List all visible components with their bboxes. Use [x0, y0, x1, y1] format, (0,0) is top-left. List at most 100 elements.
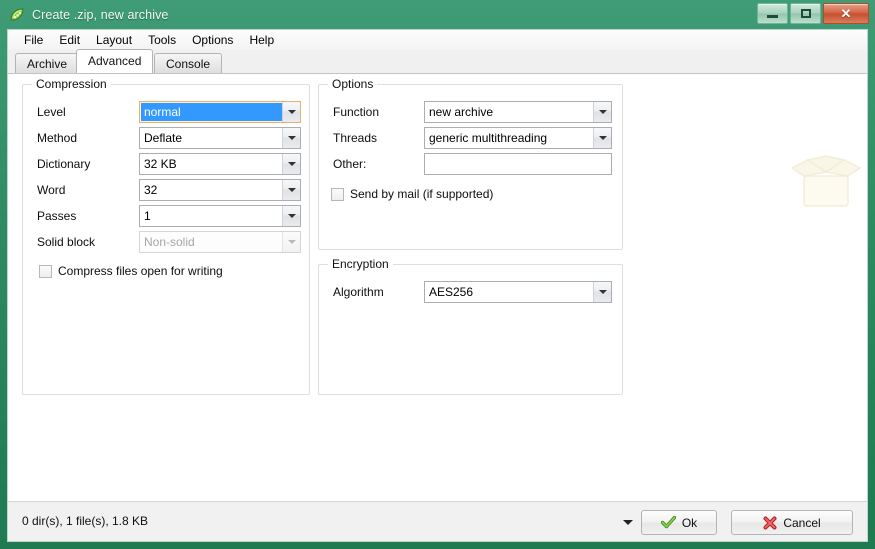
cancel-button-label: Cancel [783, 515, 821, 530]
menu-edit[interactable]: Edit [51, 31, 88, 49]
method-combobox[interactable]: Deflate [139, 127, 301, 149]
label-method: Method [37, 131, 78, 145]
field-algorithm: Algorithm AES256 [319, 281, 622, 304]
threads-value: generic multithreading [429, 131, 548, 145]
solid-block-value: Non-solid [144, 235, 195, 249]
method-dropdown-button[interactable] [282, 128, 300, 148]
label-passes: Passes [37, 209, 77, 223]
ok-dropdown-button[interactable] [621, 515, 635, 529]
passes-dropdown-button[interactable] [282, 206, 300, 226]
open-box-icon [778, 154, 874, 218]
chevron-down-icon [287, 240, 296, 244]
field-function: Function new archive [319, 101, 622, 124]
word-combobox[interactable]: 32 [139, 179, 301, 201]
red-x-icon [763, 516, 777, 529]
field-passes: Passes 1 [23, 205, 309, 228]
chevron-down-icon [287, 188, 296, 192]
menu-tools[interactable]: Tools [140, 31, 184, 49]
field-solid-block: Solid block Non-solid [23, 231, 309, 254]
threads-dropdown-button[interactable] [593, 128, 611, 148]
tab-archive[interactable]: Archive [15, 53, 80, 73]
menu-options[interactable]: Options [184, 31, 241, 49]
dictionary-value: 32 KB [144, 157, 177, 171]
compress-open-files-checkbox[interactable]: Compress files open for writing [39, 264, 223, 278]
level-combobox[interactable]: normal [139, 101, 301, 123]
field-method: Method Deflate [23, 127, 309, 150]
send-by-mail-label: Send by mail (if supported) [350, 187, 494, 201]
tab-console[interactable]: Console [154, 53, 223, 73]
solid-block-combobox: Non-solid [139, 231, 301, 253]
compression-group: Compression Level normal Method Deflate [22, 77, 310, 395]
dictionary-combobox[interactable]: 32 KB [139, 153, 301, 175]
solid-block-dropdown-button [282, 232, 300, 252]
tab-strip: Archive Console Advanced [8, 49, 867, 74]
label-level: Level [37, 105, 66, 119]
options-group: Options Function new archive Threads gen… [318, 77, 623, 250]
level-dropdown-button[interactable] [282, 102, 300, 122]
level-value: normal [141, 103, 282, 121]
label-word: Word [37, 183, 66, 197]
client-area: File Edit Layout Tools Options Help Arch… [7, 29, 868, 542]
menu-file[interactable]: File [16, 31, 51, 49]
passes-value: 1 [144, 209, 151, 223]
minimize-icon [767, 15, 778, 18]
chevron-down-icon [287, 162, 296, 166]
window-title: Create .zip, new archive [32, 7, 169, 22]
options-legend: Options [328, 77, 378, 91]
compress-open-files-label: Compress files open for writing [58, 264, 223, 278]
chevron-down-icon [623, 519, 633, 525]
encryption-legend: Encryption [328, 257, 393, 271]
menu-help[interactable]: Help [241, 31, 282, 49]
green-check-icon [660, 516, 676, 529]
chevron-down-icon [598, 290, 607, 294]
menu-layout[interactable]: Layout [88, 31, 140, 49]
send-by-mail-checkbox[interactable]: Send by mail (if supported) [331, 187, 493, 201]
word-value: 32 [144, 183, 158, 197]
advanced-tab-panel: Compression Level normal Method Deflate [8, 74, 867, 503]
ok-button[interactable]: Ok [641, 510, 717, 535]
ok-button-label: Ok [681, 515, 698, 530]
cancel-button[interactable]: Cancel [731, 510, 853, 535]
label-algorithm: Algorithm [333, 285, 384, 299]
algorithm-dropdown-button[interactable] [593, 282, 611, 302]
label-dictionary: Dictionary [37, 157, 91, 171]
peazip-peapod-icon [9, 7, 25, 23]
label-solid-block: Solid block [37, 235, 96, 249]
tab-advanced[interactable]: Advanced [76, 49, 154, 73]
chevron-down-icon [598, 136, 607, 140]
status-text: 0 dir(s), 1 file(s), 1.8 KB [22, 514, 149, 528]
dictionary-dropdown-button[interactable] [282, 154, 300, 174]
maximize-button[interactable] [790, 3, 821, 24]
chevron-down-icon [598, 110, 607, 114]
algorithm-combobox[interactable]: AES256 [424, 281, 612, 303]
application-window: Create .zip, new archive ✕ File Edit Lay… [0, 0, 875, 549]
function-value: new archive [429, 105, 494, 119]
algorithm-value: AES256 [429, 285, 474, 299]
field-level: Level normal [23, 101, 309, 124]
minimize-button[interactable] [757, 3, 788, 24]
close-icon: ✕ [840, 6, 852, 21]
label-other: Other: [333, 157, 367, 171]
chevron-down-icon [287, 136, 296, 140]
passes-combobox[interactable]: 1 [139, 205, 301, 227]
function-dropdown-button[interactable] [593, 102, 611, 122]
menu-bar: File Edit Layout Tools Options Help [8, 30, 867, 50]
field-other: Other: [319, 153, 622, 176]
word-dropdown-button[interactable] [282, 180, 300, 200]
compression-legend: Compression [32, 77, 111, 91]
status-bar: 0 dir(s), 1 file(s), 1.8 KB Ok Cancel [8, 501, 867, 541]
function-combobox[interactable]: new archive [424, 101, 612, 123]
close-button[interactable]: ✕ [823, 3, 869, 24]
chevron-down-icon [287, 214, 296, 218]
window-controls: ✕ [757, 3, 869, 24]
field-word: Word 32 [23, 179, 309, 202]
field-threads: Threads generic multithreading [319, 127, 622, 150]
label-function: Function [333, 105, 380, 119]
label-threads: Threads [333, 131, 378, 145]
maximize-icon [800, 9, 811, 18]
other-input[interactable] [424, 153, 612, 175]
field-dictionary: Dictionary 32 KB [23, 153, 309, 176]
title-bar[interactable]: Create .zip, new archive ✕ [0, 0, 875, 29]
method-value: Deflate [144, 131, 183, 145]
threads-combobox[interactable]: generic multithreading [424, 127, 612, 149]
